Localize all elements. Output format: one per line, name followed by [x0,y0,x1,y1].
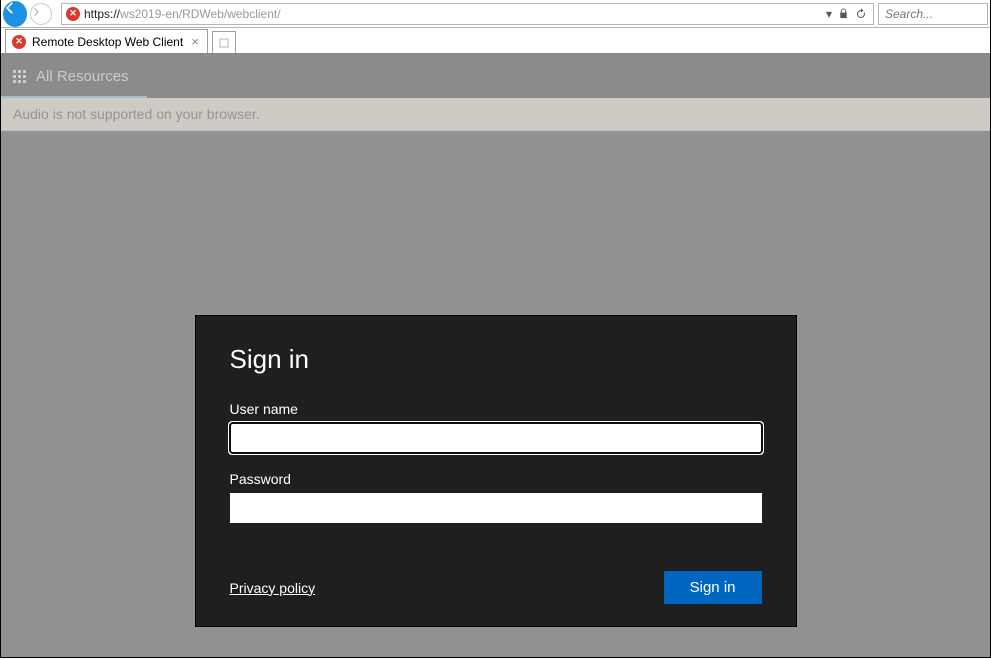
signin-dialog: Sign in User name Password Privacy polic… [196,316,796,626]
browser-search[interactable] [878,3,988,25]
privacy-policy-link[interactable]: Privacy policy [230,580,316,596]
back-button[interactable] [1,0,29,28]
page-viewport: All Resources Audio is not supported on … [1,54,990,657]
username-label: User name [230,401,762,417]
browser-toolbar: ✕ https:// ws2019-en/RDWeb/webclient/ ▾ [1,0,990,28]
forward-button[interactable] [29,0,57,28]
password-label: Password [230,471,762,487]
refresh-icon[interactable] [855,8,867,20]
username-input[interactable] [230,423,762,453]
password-input[interactable] [230,493,762,523]
tab-close-icon[interactable]: × [189,34,201,49]
tab-title: Remote Desktop Web Client [32,35,183,49]
tab-favicon: ✕ [12,35,26,49]
lock-icon[interactable] [838,8,849,19]
site-favicon: ✕ [66,7,80,21]
dropdown-icon[interactable]: ▾ [826,7,832,21]
url-path: ws2019-en/RDWeb/webclient/ [120,7,281,21]
url-protocol: https:// [84,7,120,21]
signin-button[interactable]: Sign in [664,571,762,604]
new-tab-button[interactable] [212,31,236,53]
address-bar[interactable]: ✕ https:// ws2019-en/RDWeb/webclient/ ▾ [61,3,874,25]
tab-strip: ✕ Remote Desktop Web Client × [1,28,990,54]
browser-search-input[interactable] [879,7,987,21]
tab-rdweb[interactable]: ✕ Remote Desktop Web Client × [5,29,208,53]
dialog-title: Sign in [230,344,762,375]
